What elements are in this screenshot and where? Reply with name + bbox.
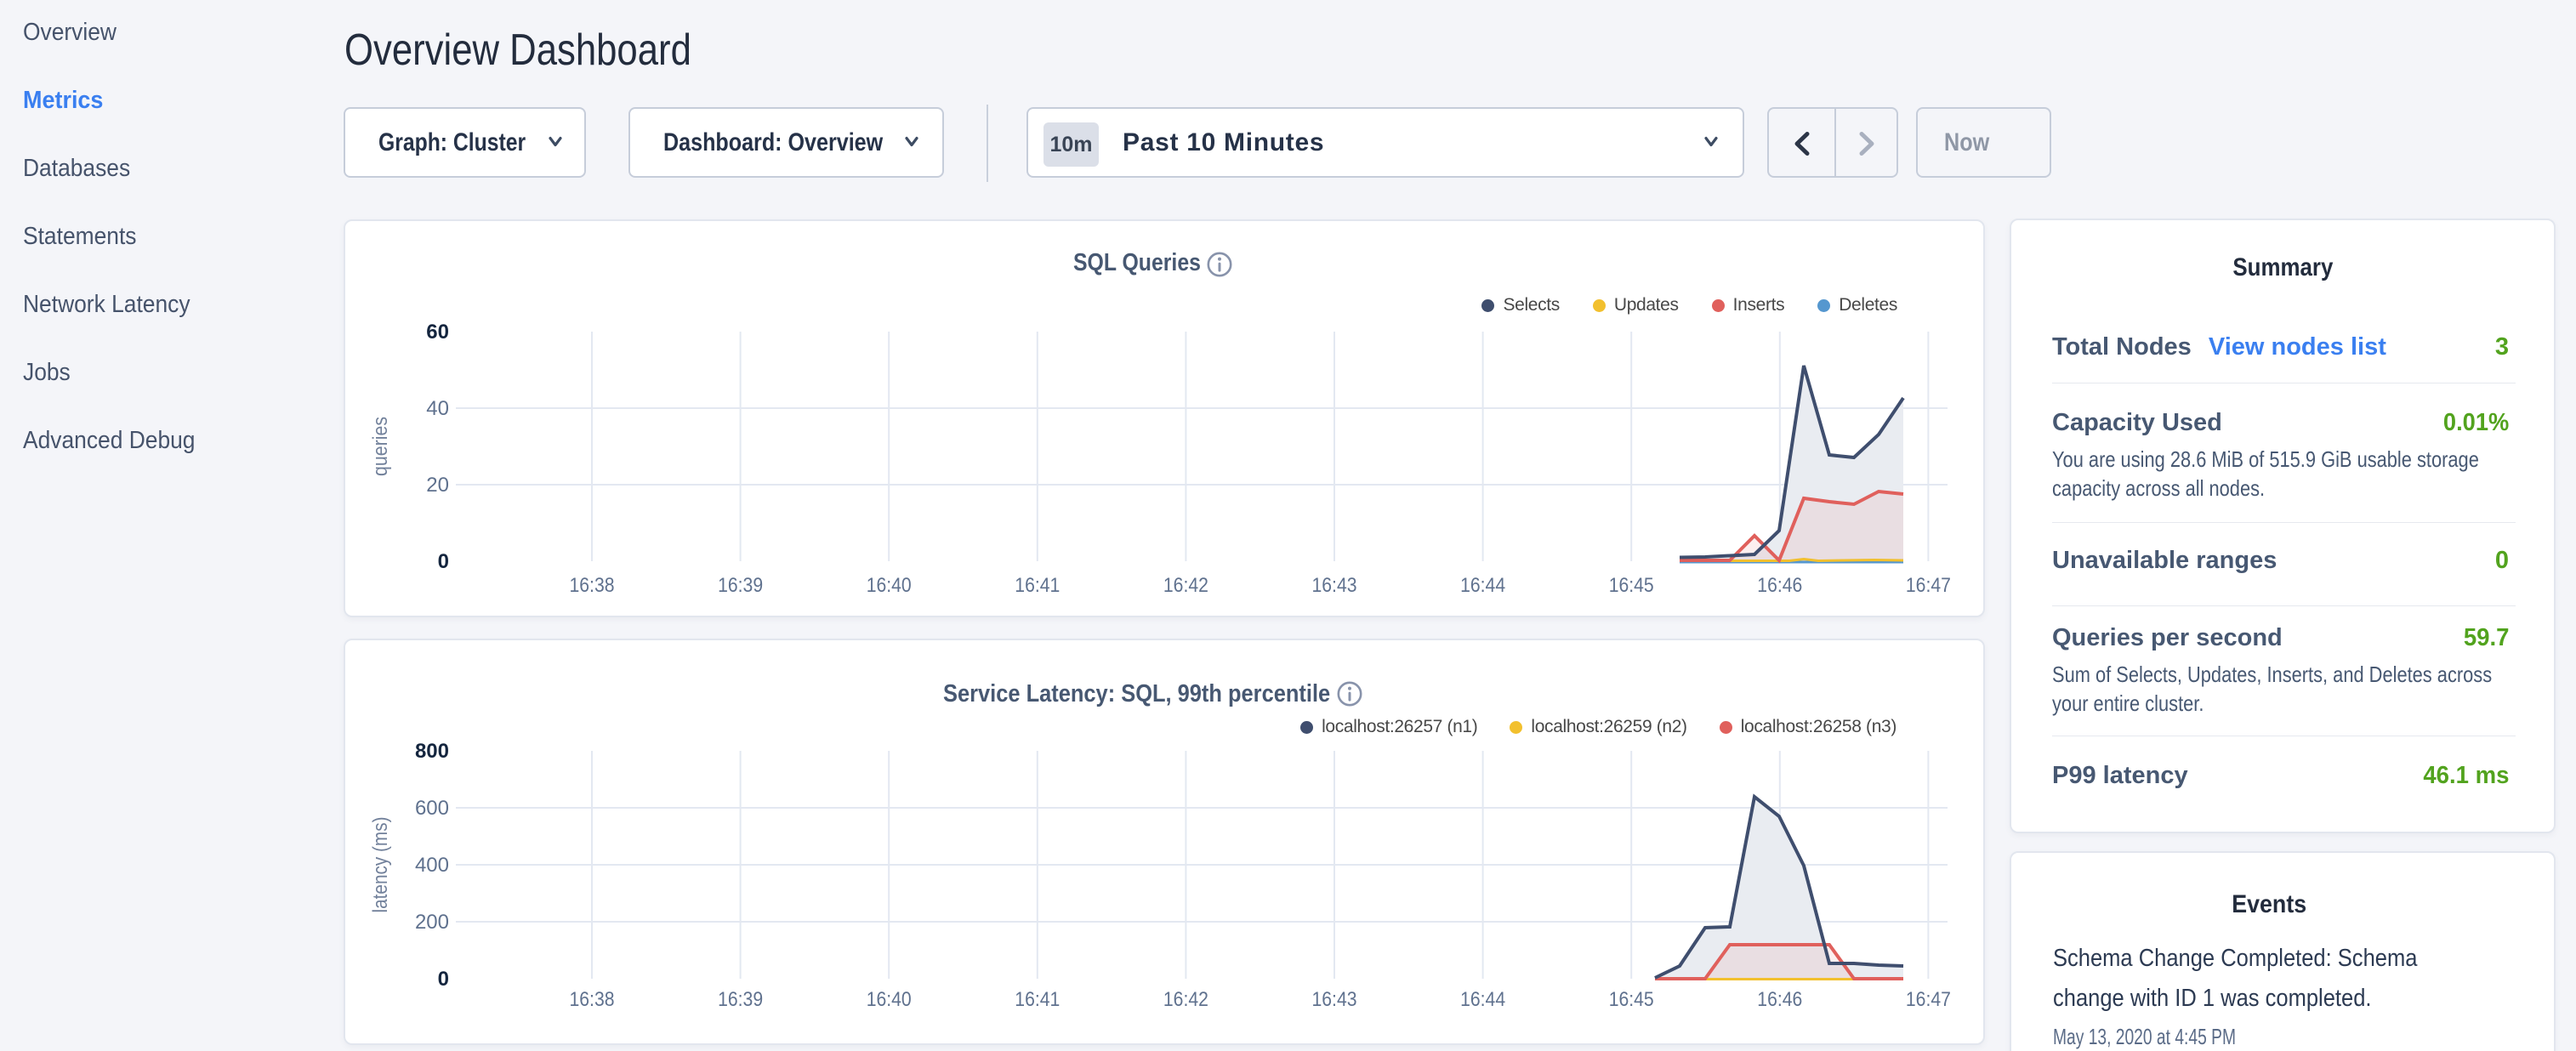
svg-text:16:41: 16:41 [1015,574,1060,597]
svg-text:16:46: 16:46 [1757,988,1802,1011]
svg-text:600: 600 [415,797,449,820]
svg-text:60: 60 [426,321,449,344]
svg-text:16:38: 16:38 [570,988,615,1011]
svg-text:16:40: 16:40 [867,574,912,597]
svg-text:16:47: 16:47 [1906,988,1951,1011]
svg-text:200: 200 [415,911,449,934]
svg-text:16:42: 16:42 [1163,988,1208,1011]
svg-text:16:39: 16:39 [718,574,763,597]
svg-text:20: 20 [426,474,449,497]
svg-text:16:45: 16:45 [1609,988,1654,1011]
svg-text:40: 40 [426,397,449,420]
svg-text:16:44: 16:44 [1460,988,1505,1011]
svg-text:16:39: 16:39 [718,988,763,1011]
svg-text:400: 400 [415,854,449,877]
svg-text:0: 0 [438,968,449,991]
svg-text:16:43: 16:43 [1312,574,1357,597]
svg-text:16:44: 16:44 [1460,574,1505,597]
svg-text:16:41: 16:41 [1015,988,1060,1011]
svg-text:16:42: 16:42 [1163,574,1208,597]
svg-text:16:46: 16:46 [1757,574,1802,597]
svg-text:16:43: 16:43 [1312,988,1357,1011]
svg-text:16:47: 16:47 [1906,574,1951,597]
svg-text:queries: queries [369,417,392,476]
svg-text:latency (ms): latency (ms) [369,817,392,913]
svg-text:16:45: 16:45 [1609,574,1654,597]
svg-text:0: 0 [438,550,449,573]
svg-text:16:40: 16:40 [867,988,912,1011]
svg-text:16:38: 16:38 [570,574,615,597]
svg-text:800: 800 [415,740,449,763]
